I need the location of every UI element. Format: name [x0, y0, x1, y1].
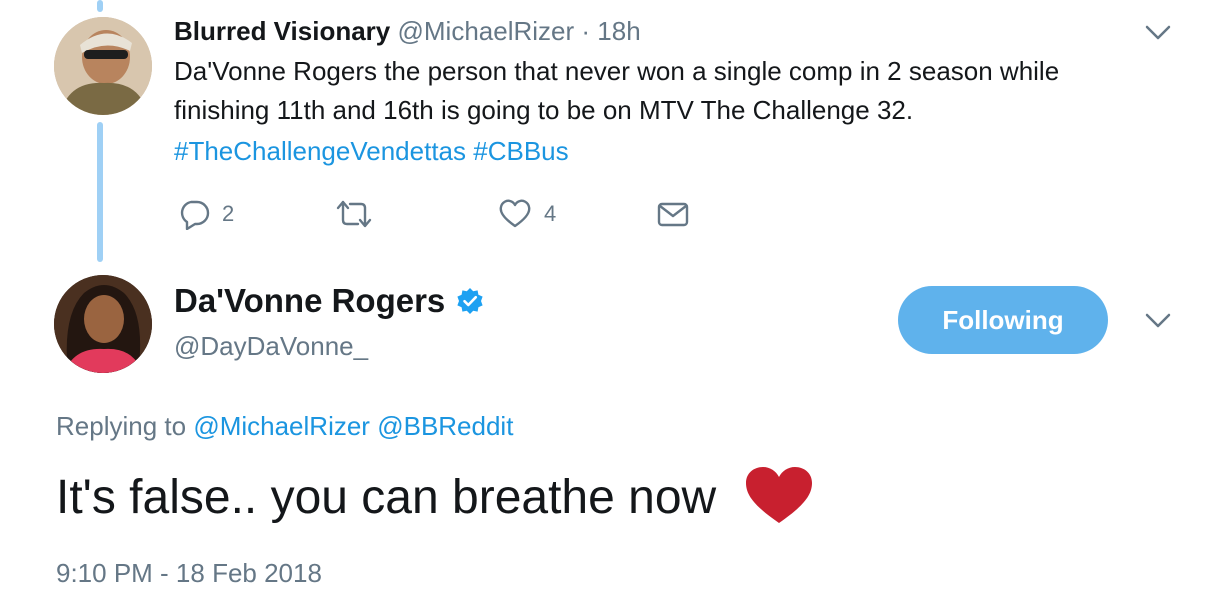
avatar-photo — [54, 17, 152, 115]
hashtag-link[interactable]: #CBBus — [473, 136, 568, 166]
direct-message-action[interactable] — [656, 198, 690, 230]
separator: · — [581, 16, 591, 46]
replying-prefix: Replying to — [56, 411, 187, 441]
like-action[interactable]: 4 — [498, 198, 556, 230]
envelope-icon — [657, 202, 689, 227]
avatar[interactable] — [54, 275, 152, 373]
tweet-time[interactable]: 18h — [597, 16, 640, 46]
thread-line-top — [97, 0, 103, 12]
thread-line — [97, 122, 103, 262]
main-author-line: Da'Vonne Rogers — [174, 282, 484, 320]
parent-tweet-header: Blurred Visionary @MichaelRizer · 18h — [174, 16, 641, 47]
author-name[interactable]: Blurred Visionary — [174, 16, 390, 46]
main-tweet-text-line: It's false.. you can breathe now — [56, 465, 814, 527]
replying-to: Replying to @MichaelRizer @BBReddit — [56, 411, 513, 442]
heart-outline-icon — [499, 199, 531, 228]
like-count: 4 — [544, 201, 557, 226]
avatar-photo — [54, 275, 152, 373]
following-button[interactable]: Following — [898, 286, 1108, 354]
mention-link[interactable]: @MichaelRizer — [193, 411, 370, 441]
retweet-action[interactable] — [334, 198, 374, 230]
author-handle[interactable]: @DayDaVonne_ — [174, 331, 368, 362]
chevron-down-icon[interactable] — [1144, 24, 1172, 42]
retweet-icon — [336, 200, 372, 228]
heart-icon — [745, 467, 812, 523]
main-tweet-text: It's false.. you can breathe now — [56, 471, 717, 524]
reply-count: 2 — [222, 201, 235, 226]
verified-badge-icon — [457, 288, 483, 314]
author-handle[interactable]: @MichaelRizer — [398, 16, 575, 46]
reply-action[interactable]: 2 — [178, 198, 234, 230]
avatar[interactable] — [54, 17, 152, 115]
author-name[interactable]: Da'Vonne Rogers — [174, 282, 445, 319]
tweet-timestamp[interactable]: 9:10 PM - 18 Feb 2018 — [56, 558, 322, 589]
tweet-text-line1: Da'Vonne Rogers the person that never wo… — [174, 56, 1060, 86]
hashtag-link[interactable]: #TheChallengeVendettas — [174, 136, 466, 166]
mention-link[interactable]: @BBReddit — [377, 411, 513, 441]
tweet-text-line2: finishing 11th and 16th is going to be o… — [174, 95, 914, 125]
chevron-down-icon[interactable] — [1144, 312, 1172, 330]
reply-icon — [180, 200, 210, 230]
hashtags: #TheChallengeVendettas #CBBus — [174, 136, 569, 167]
